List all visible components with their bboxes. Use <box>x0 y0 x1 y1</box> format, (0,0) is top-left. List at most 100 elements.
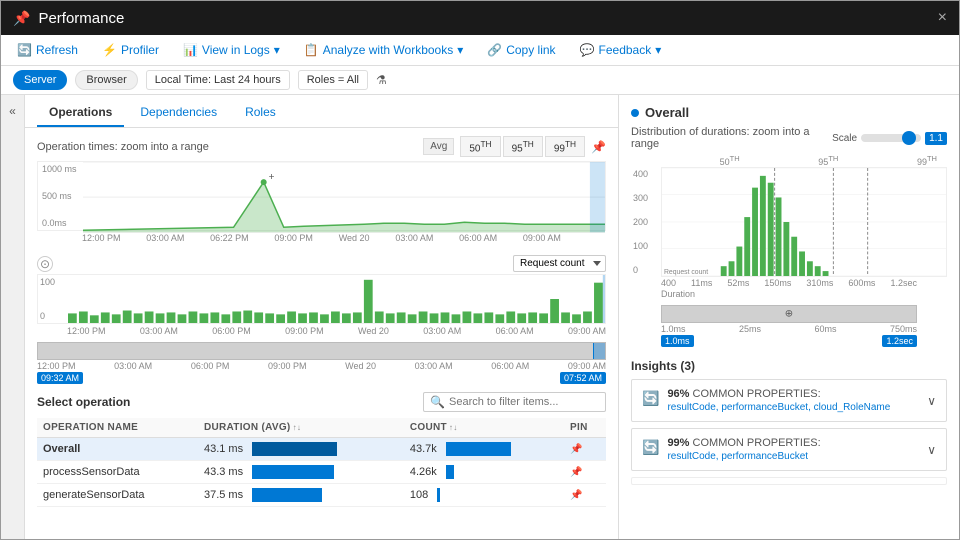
p99-button[interactable]: 99TH <box>545 136 585 157</box>
filter-icon[interactable]: ⚗ <box>376 73 387 87</box>
chart-section: Operation times: zoom into a range Avg 5… <box>25 128 618 251</box>
duration-bar <box>252 488 322 502</box>
search-input[interactable] <box>449 396 599 408</box>
p95-button[interactable]: 95TH <box>503 136 543 157</box>
scale-control: Scale 1.1 <box>832 132 947 145</box>
copy-link-button[interactable]: 🔗 Copy link <box>483 41 559 59</box>
link-icon: 🔗 <box>487 43 502 57</box>
insight-chevron-2[interactable]: ∨ <box>927 443 936 457</box>
request-header: ⊙ Request count <box>37 255 606 272</box>
row-pin-icon[interactable]: 📌 <box>570 467 582 478</box>
table-row[interactable]: Overall 43.1 ms 43.7k 📌 <box>37 438 606 461</box>
svg-text:+: + <box>269 172 275 183</box>
insight-card-3-hint <box>631 477 947 485</box>
insight-chevron-1[interactable]: ∨ <box>927 394 936 408</box>
count-bar <box>446 442 511 456</box>
insights-section: Insights (3) 🔄 96% COMMON PROPERTIES: re… <box>631 359 947 485</box>
dist-end-badge: 1.2sec <box>882 335 917 347</box>
dist-duration-label: Duration <box>631 289 947 299</box>
browser-tab[interactable]: Browser <box>75 70 137 90</box>
insight-header-1[interactable]: 🔄 96% COMMON PROPERTIES: resultCode, per… <box>632 380 946 421</box>
dist-start-badge: 1.0ms <box>661 335 694 347</box>
op-pin[interactable]: 📌 <box>564 438 606 461</box>
timeline-badges: 09:32 AM 07:52 AM <box>37 372 606 384</box>
timeline-start-badge: 09:32 AM <box>37 372 83 384</box>
dist-timeline-badges: 1.0ms 1.2sec <box>661 335 917 347</box>
p50-button[interactable]: 50TH <box>460 136 500 157</box>
navigate-icon[interactable]: ⊙ <box>37 256 53 272</box>
op-name: generateSensorData <box>37 484 198 507</box>
insight-content-2: 99% COMMON PROPERTIES: resultCode, perfo… <box>667 437 820 462</box>
overall-section: Overall Distribution of durations: zoom … <box>631 105 947 349</box>
operations-title: Select operation <box>37 395 130 409</box>
op-duration: 43.1 ms <box>198 438 404 461</box>
request-count-chart[interactable]: 100 0 <box>37 274 606 324</box>
col-count[interactable]: COUNT↑↓ <box>404 418 564 438</box>
op-duration: 43.3 ms <box>198 461 404 484</box>
search-icon: 🔍 <box>430 395 445 409</box>
dist-percentile-header: 50TH 95TH 99TH <box>631 154 947 167</box>
operation-times-chart[interactable]: 1000 ms 500 ms 0.0ms <box>37 161 606 231</box>
roles-filter[interactable]: Roles = All <box>298 70 368 90</box>
dist-chart-area[interactable]: 400 300 200 100 0 <box>631 167 947 277</box>
operations-section: Select operation 🔍 OPERATION NAME DURATI… <box>25 386 618 539</box>
close-button[interactable]: × <box>938 9 947 27</box>
left-panel: Operations Dependencies Roles Operation … <box>25 95 619 539</box>
table-row[interactable]: processSensorData 43.3 ms 4.26k 📌 <box>37 461 606 484</box>
timeline-x-labels: 12:00 PM 03:00 AM 06:00 PM 09:00 PM Wed … <box>37 360 606 372</box>
request-count-dropdown[interactable]: Request count <box>513 255 606 272</box>
tab-roles[interactable]: Roles <box>233 99 288 127</box>
row-pin-icon[interactable]: 📌 <box>570 444 582 455</box>
pin-chart-icon[interactable]: 📌 <box>591 140 606 154</box>
scale-slider[interactable] <box>861 134 921 142</box>
col-pin: PIN <box>564 418 606 438</box>
dist-timeline-x-labels: 1.0ms 25ms 60ms 750ms <box>661 323 917 335</box>
bar-chart-y-labels: 100 0 <box>38 275 68 323</box>
feedback-button[interactable]: 💬 Feedback ▾ <box>576 41 666 59</box>
tab-dependencies[interactable]: Dependencies <box>128 99 229 127</box>
tab-operations[interactable]: Operations <box>37 99 124 127</box>
avg-label[interactable]: Avg <box>423 138 454 155</box>
search-box[interactable]: 🔍 <box>423 392 606 412</box>
op-name: Overall <box>37 438 198 461</box>
row-pin-icon[interactable]: 📌 <box>570 490 582 501</box>
pin-icon[interactable]: 📌 <box>13 10 30 27</box>
analyze-chevron-icon: ▾ <box>457 43 463 57</box>
scale-thumb <box>902 131 916 145</box>
insight-left-2: 🔄 99% COMMON PROPERTIES: resultCode, per… <box>642 437 821 462</box>
op-name: processSensorData <box>37 461 198 484</box>
feedback-chevron-icon: ▾ <box>655 43 661 57</box>
col-duration[interactable]: DURATION (AVG)↑↓ <box>198 418 404 438</box>
op-count: 43.7k <box>404 438 564 461</box>
table-row[interactable]: generateSensorData 37.5 ms 108 📌 <box>37 484 606 507</box>
app-window: 📌 Performance × 🔄 Refresh ⚡ Profiler 📊 V… <box>0 0 960 540</box>
dist-timeline-strip[interactable]: ⊕ <box>661 305 917 323</box>
timeline-selection <box>593 343 605 359</box>
collapse-icon[interactable]: « <box>5 103 21 119</box>
count-bar <box>437 488 440 502</box>
title-bar-left: 📌 Performance <box>13 10 124 27</box>
operations-header-row: Select operation 🔍 <box>37 392 606 412</box>
op-pin[interactable]: 📌 <box>564 484 606 507</box>
col-name: OPERATION NAME <box>37 418 198 438</box>
dist-timeline-container: ⊕ 1.0ms 25ms 60ms 750ms 1.0ms 1.2sec <box>631 303 947 349</box>
refresh-button[interactable]: 🔄 Refresh <box>13 41 82 59</box>
feedback-icon: 💬 <box>580 43 595 57</box>
time-filter[interactable]: Local Time: Last 24 hours <box>146 70 290 90</box>
server-tab[interactable]: Server <box>13 70 67 90</box>
workbooks-icon: 📋 <box>304 43 319 57</box>
dist-title: Distribution of durations: zoom into a r… <box>631 126 832 150</box>
op-pin[interactable]: 📌 <box>564 461 606 484</box>
view-in-logs-button[interactable]: 📊 View in Logs ▾ <box>179 41 284 59</box>
timeline-strip[interactable] <box>37 342 606 360</box>
analyze-workbooks-button[interactable]: 📋 Analyze with Workbooks ▾ <box>300 41 467 59</box>
profiler-button[interactable]: ⚡ Profiler <box>98 41 163 59</box>
refresh-icon: 🔄 <box>17 43 32 57</box>
profiler-icon: ⚡ <box>102 43 117 57</box>
overall-dot <box>631 109 639 117</box>
insight-header-2[interactable]: 🔄 99% COMMON PROPERTIES: resultCode, per… <box>632 429 946 470</box>
request-section: ⊙ Request count 100 0 <box>25 251 618 340</box>
table-header-row: OPERATION NAME DURATION (AVG)↑↓ COUNT↑↓ … <box>37 418 606 438</box>
chart-x-labels: 12:00 PM 03:00 AM 06:22 PM 09:00 PM Wed … <box>37 231 606 243</box>
dist-chart-container: 50TH 95TH 99TH 400 300 200 100 0 <box>631 154 947 299</box>
